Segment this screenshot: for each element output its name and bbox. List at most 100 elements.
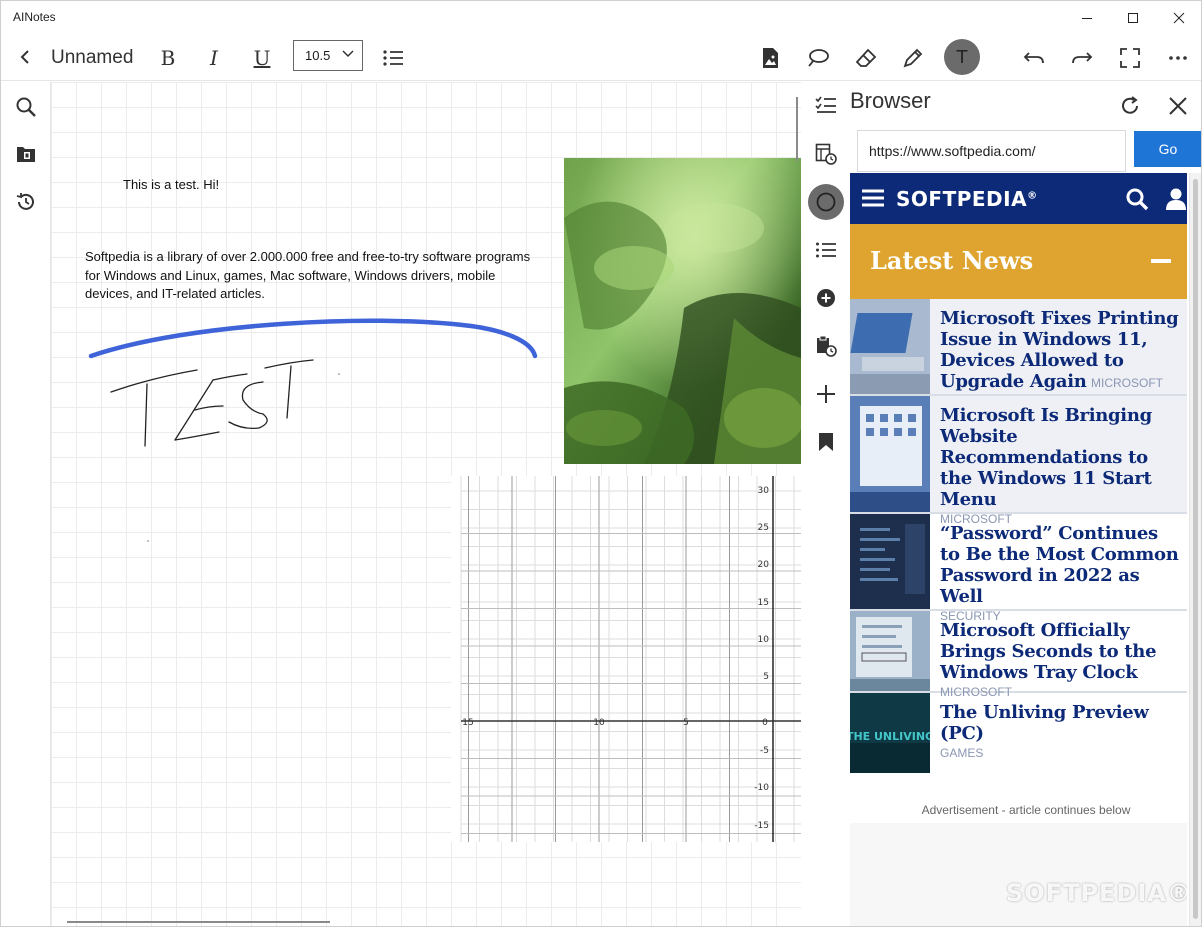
web-page-scrollbar[interactable] [1189,173,1201,926]
vertical-scrollbar[interactable] [796,97,798,161]
undo-icon [1023,52,1044,64]
add-button[interactable] [814,382,838,406]
close-window-button[interactable] [1156,1,1201,35]
bookmark-button[interactable] [814,430,838,454]
search-icon [16,97,36,117]
lasso-button[interactable] [804,45,832,71]
horizontal-scrollbar[interactable] [67,921,330,923]
article-category[interactable]: MICROSOFT [1091,376,1163,390]
note-title[interactable]: Unnamed [51,47,133,69]
article-title[interactable]: Microsoft Officially Brings Seconds to t… [940,620,1157,683]
pen-button[interactable] [899,45,927,71]
news-article[interactable]: Microsoft Is Bringing Website Recommenda… [850,396,1187,526]
news-article[interactable]: THE UNLIVING The Unliving Preview (PC) G… [850,693,1187,775]
fullscreen-icon [1120,48,1140,68]
checklist-button[interactable] [814,93,838,117]
handwritten-test [110,359,314,447]
app-title: AINotes [13,10,56,24]
text-tool-icon: T [956,47,969,67]
laptop-thumbnail [850,299,930,394]
insert-image-button[interactable] [757,45,783,71]
graph-y-tick-label: 15 [758,598,769,608]
site-header: SOFTPEDIA® [850,173,1187,224]
shape-tool-button[interactable] [808,184,844,220]
graph-y-tick-label: 5 [763,672,769,682]
eraser-button[interactable] [852,45,880,71]
browser-panel: Browser Go SOFTPEDIA® Late [850,82,1201,926]
note-canvas[interactable]: This is a test. Hi! Softpedia is a libra… [51,82,801,926]
softpedia-watermark: SOFTPEDIA® [1006,879,1187,907]
forest-image[interactable] [564,158,801,464]
browser-refresh-button[interactable] [1117,93,1143,119]
hamburger-icon [862,189,884,207]
title-bar: AINotes [1,1,1201,35]
bullet-list-icon [383,50,403,66]
more-button[interactable] [1164,45,1192,71]
start-menu-thumbnail [850,396,930,512]
text-tool-button[interactable]: T [944,39,980,75]
table-clock-icon [815,143,837,165]
go-button[interactable]: Go [1134,131,1201,167]
article-category[interactable]: GAMES [940,746,983,760]
advertisement-label: Advertisement - article continues below [921,803,1131,817]
site-logo-text: SOFTPEDIA [896,187,1028,211]
maximize-button[interactable] [1110,1,1156,35]
app-window: AINotes Unnamed B I U 10.5 T This is a t… [0,0,1202,927]
redo-button[interactable] [1068,45,1096,71]
list-button[interactable] [379,45,407,71]
url-input[interactable] [857,130,1126,172]
browser-title: Browser [850,88,931,113]
article-thumbnail [850,299,930,394]
eraser-icon [855,48,877,67]
circle-shape-icon [816,192,836,212]
minimize-icon [1082,18,1092,19]
site-account-button[interactable] [1164,186,1187,212]
site-menu-button[interactable] [860,187,886,209]
news-article[interactable]: Microsoft Fixes Printing Issue in Window… [850,299,1187,396]
maximize-icon [1128,13,1138,23]
browser-close-button[interactable] [1165,93,1191,119]
web-page[interactable]: SOFTPEDIA® Latest News Microsoft Fixes P… [850,173,1187,926]
news-article[interactable]: Microsoft Officially Brings Seconds to t… [850,611,1187,699]
search-icon [1126,188,1149,211]
checklist-icon [815,96,836,113]
password-thumbnail [850,514,930,609]
latest-news-bar[interactable]: Latest News [850,224,1187,299]
latest-news-title: Latest News [870,246,1034,275]
article-title[interactable]: “Password” Continues to Be the Most Comm… [940,523,1179,607]
article-thumbnail: THE UNLIVING [850,693,930,773]
undo-button[interactable] [1020,45,1048,71]
files-button[interactable] [13,141,39,167]
toolbar: Unnamed B I U 10.5 T [1,35,1201,81]
article-title[interactable]: Microsoft Is Bringing Website Recommenda… [940,405,1152,510]
graph-y-tick-label: 10 [758,635,770,645]
pen-icon [903,48,923,68]
underline-button[interactable]: U [249,44,275,72]
collapse-icon[interactable] [1151,259,1171,263]
article-title[interactable]: The Unliving Preview (PC) [940,702,1149,744]
bold-button[interactable]: B [155,44,181,72]
graph-y-tick-label: -10 [754,783,769,793]
minimize-button[interactable] [1064,1,1110,35]
graph-y-tick-label: 20 [758,560,770,570]
site-search-button[interactable] [1124,186,1150,212]
back-button[interactable] [13,45,37,69]
search-button[interactable] [13,94,39,120]
article-thumbnail [850,396,930,512]
list-tool-button[interactable] [814,238,838,262]
history-button[interactable] [13,189,39,215]
site-logo[interactable]: SOFTPEDIA® [896,187,1038,211]
font-size-select[interactable]: 10.5 [293,40,363,71]
clipboard-clock-button[interactable] [814,334,838,358]
fullscreen-button[interactable] [1116,45,1144,71]
italic-button[interactable]: I [201,44,227,72]
plus-circle-icon [817,289,835,307]
news-article[interactable]: “Password” Continues to Be the Most Comm… [850,514,1187,623]
advertisement-area [850,823,1187,926]
graph-image[interactable]: 30 25 20 15 10 5 -5 -10 -15 15 10 5 0 [424,476,801,872]
scheduled-table-button[interactable] [814,142,838,166]
clipboard-clock-icon [817,335,837,357]
redo-icon [1072,52,1093,64]
graph-y-tick-label: 30 [758,486,770,496]
add-circle-button[interactable] [814,286,838,310]
